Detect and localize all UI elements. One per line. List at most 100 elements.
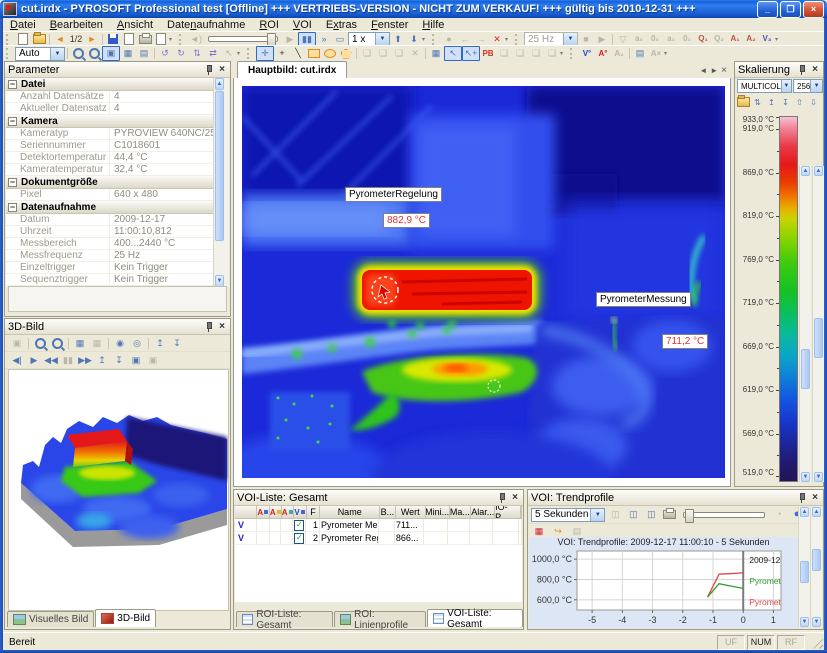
step-down-button[interactable]: ⬇	[406, 33, 422, 46]
param-row[interactable]: Kameratemperatur32,4 °C	[6, 164, 215, 176]
close-icon[interactable]: ×	[810, 492, 820, 503]
roi-paste-button[interactable]: ❏	[375, 47, 391, 60]
param-group-header[interactable]: −Kamera	[6, 115, 215, 128]
tab-visuelles-bild[interactable]: Visuelles Bild	[7, 611, 94, 627]
param-row[interactable]: Detektortemperatur44,4 °C	[6, 152, 215, 164]
col-alarm[interactable]: Alar...	[471, 506, 495, 519]
tab-3d-bild[interactable]: 3D-Bild	[95, 609, 156, 627]
audio-marker-00-icon[interactable]: 0₀	[647, 33, 663, 46]
grid-button[interactable]: ▤	[136, 47, 152, 60]
print-button[interactable]	[137, 33, 153, 46]
minimize-button[interactable]: _	[757, 1, 778, 18]
first-frame-button[interactable]: ◀|	[9, 354, 25, 367]
scroll-up-icon[interactable]: ▲	[812, 507, 821, 517]
fast-forward-button[interactable]: »	[316, 33, 332, 46]
raise-surface-button[interactable]: ↥	[152, 337, 168, 350]
alarm-a2-icon[interactable]: A₂	[743, 33, 759, 46]
parameter-table[interactable]: −DateiAnzahl Datensätze4Aktueller Datens…	[6, 78, 215, 287]
series-colors-icon[interactable]: ▦	[531, 525, 547, 538]
collapse-icon[interactable]: −	[8, 203, 17, 212]
slider-thumb[interactable]	[685, 509, 694, 523]
pin-icon[interactable]	[797, 65, 806, 75]
scale-expand-icon[interactable]: ⇧	[793, 96, 806, 108]
bild3d-view[interactable]	[8, 369, 229, 611]
roi-lock-button[interactable]: ❏	[528, 47, 544, 60]
menu-datenaufnahme[interactable]: Datenaufnahme	[160, 19, 252, 31]
roi-order-button[interactable]: ❏	[544, 47, 560, 60]
scale-up-icon[interactable]: ↥	[765, 96, 778, 108]
zoom-in-button[interactable]	[70, 47, 86, 60]
quality-q1-icon[interactable]: Q₁	[695, 33, 711, 46]
menu-hilfe[interactable]: Hilfe	[415, 19, 451, 31]
pointer-tool-button[interactable]: ↖	[221, 47, 237, 60]
snapshot-camera-icon[interactable]: ▣	[9, 337, 25, 350]
trend-scrollbar-1[interactable]: ▲ ▼	[798, 507, 810, 627]
audio-marker-a0-icon[interactable]: a₀	[631, 33, 647, 46]
voi-table[interactable]: A A A V F Name B... Wert Mini... Ma... A…	[235, 506, 522, 602]
scale-min-scrollbar[interactable]: ▲ ▼	[812, 166, 824, 482]
roi-table-button[interactable]: ▦	[428, 47, 444, 60]
chevron-down-icon[interactable]: ▼	[50, 48, 64, 60]
chevron-down-icon[interactable]: ▼	[375, 33, 389, 45]
voi-cell[interactable]: ✓	[293, 532, 306, 545]
rotate-up-button[interactable]: ↥	[94, 354, 110, 367]
menu-voi[interactable]: VOI	[286, 19, 319, 31]
toolbar-overflow-icon[interactable]: ▾	[422, 36, 429, 43]
toolbar-overflow-icon[interactable]: ▾	[169, 36, 176, 43]
reset-view-button[interactable]: ◉	[112, 337, 128, 350]
param-group-header[interactable]: −Dokumentgröße	[6, 176, 215, 189]
roi-label-pyrometerregelung[interactable]: PyrometerRegelung	[345, 187, 442, 202]
scrollbar-thumb[interactable]	[800, 561, 809, 583]
roi-line-tool-button[interactable]: ╲	[290, 47, 306, 60]
tab-roi-linienprofile[interactable]: ROI: Linienprofile	[334, 611, 426, 627]
grid2-3d-button[interactable]: ▦	[89, 337, 105, 350]
jump-back-button[interactable]: ←	[457, 33, 473, 46]
collapse-icon[interactable]: −	[8, 80, 17, 89]
param-row[interactable]: SeriennummerC1018601	[6, 140, 215, 152]
zoom-out-button[interactable]	[86, 47, 102, 60]
toolbar-overflow-icon[interactable]: ▾	[505, 36, 512, 43]
close-button[interactable]: ×	[803, 1, 824, 18]
col-alarm3-icon[interactable]: A	[282, 506, 294, 519]
play-3d-button[interactable]: ▶	[26, 354, 42, 367]
param-group-header[interactable]: −Datei	[6, 78, 215, 91]
flip-horizontal-button[interactable]: ⇄	[205, 47, 221, 60]
roi-duplicate-button[interactable]: ❏	[391, 47, 407, 60]
chevron-down-icon[interactable]: ▼	[563, 33, 577, 45]
alarm-new-icon[interactable]: A°	[595, 47, 611, 60]
roi-rectangle-tool-button[interactable]	[306, 47, 322, 60]
audio-marker-a1-icon[interactable]: a₁	[663, 33, 679, 46]
toolbar-overflow-icon[interactable]: ▾	[237, 50, 244, 57]
close-icon[interactable]: ×	[810, 64, 820, 75]
fit-to-window-button[interactable]: ▣	[102, 46, 120, 61]
chart-add-icon[interactable]: ◫	[625, 508, 641, 521]
pin-icon[interactable]	[797, 493, 806, 503]
save-button[interactable]	[105, 33, 121, 46]
param-row[interactable]: Uhrzeit11:00:10,812	[6, 226, 215, 238]
scale-down-icon[interactable]: ↧	[779, 96, 792, 108]
col-f[interactable]: F	[307, 506, 321, 519]
stop-button[interactable]: ■	[578, 33, 594, 46]
speaker-icon[interactable]: ◄)	[188, 33, 204, 46]
close-icon[interactable]: ×	[510, 492, 520, 503]
tab-close-icon[interactable]: ×	[721, 65, 727, 76]
toolbar-overflow-icon[interactable]: ▾	[560, 50, 567, 57]
roi-select-button[interactable]: ↖	[444, 46, 462, 61]
voi-table-row[interactable]: V✓1Pyrometer Mes...711...	[235, 519, 522, 532]
tab-roi-liste[interactable]: ROI-Liste: Gesamt	[236, 611, 333, 627]
col-alarm2-icon[interactable]: A	[270, 506, 282, 519]
col-b[interactable]: B...	[380, 506, 396, 519]
col-iop[interactable]: IO-P...	[495, 506, 521, 519]
resize-grip[interactable]	[810, 636, 823, 649]
next-dataset-button[interactable]: ►	[84, 33, 100, 46]
roi-copy-button[interactable]: ❏	[359, 47, 375, 60]
chevron-down-icon[interactable]: ▼	[781, 80, 791, 92]
menu-fenster[interactable]: Fenster	[364, 19, 415, 31]
trigger-flag-icon[interactable]: ▽	[615, 33, 631, 46]
parameter-scrollbar[interactable]: ▲ ▼	[213, 78, 229, 287]
trend-position-slider[interactable]	[683, 512, 765, 518]
col-wert[interactable]: Wert	[396, 506, 426, 519]
scale-compress-icon[interactable]: ⇩	[807, 96, 820, 108]
print-preview-button[interactable]	[153, 33, 169, 46]
tab-scroll-right-icon[interactable]: ►	[710, 66, 718, 75]
